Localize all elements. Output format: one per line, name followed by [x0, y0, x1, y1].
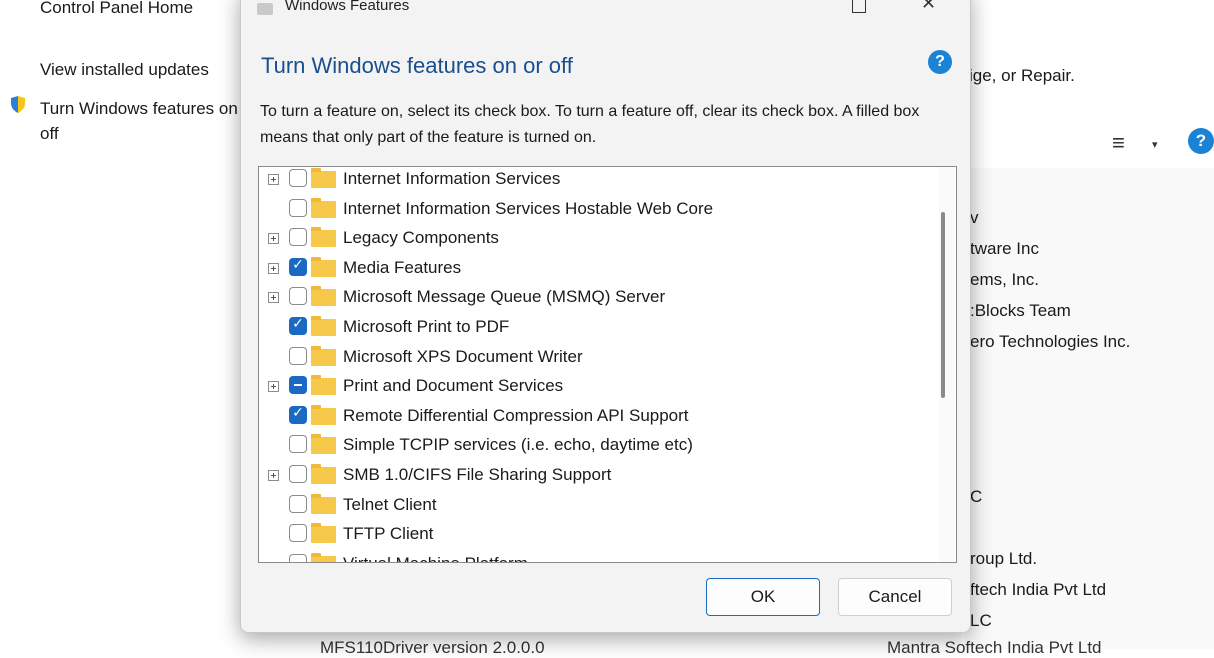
feature-label: Telnet Client — [343, 494, 437, 514]
feature-checkbox[interactable] — [289, 553, 307, 562]
feature-label: Print and Document Services — [343, 376, 564, 396]
dialog-titlebar[interactable]: Windows Features ✕ — [241, 0, 970, 23]
folder-icon — [311, 197, 336, 218]
checkmark-icon: ✓ — [292, 404, 304, 421]
ok-button[interactable]: OK — [706, 578, 820, 616]
expand-icon[interactable] — [268, 470, 279, 481]
folder-icon — [311, 464, 336, 484]
program-list-item[interactable]: MFS110Driver version 2.0.0.0 — [320, 638, 545, 658]
program-publisher: ero Technologies Inc. — [970, 332, 1131, 351]
feature-row[interactable]: Microsoft Message Queue (MSMQ) Server — [259, 284, 929, 314]
folder-icon — [311, 434, 336, 455]
view-options-icon[interactable]: ≡ — [1112, 132, 1125, 154]
dialog-title: Windows Features — [285, 0, 410, 14]
partial-check-icon — [294, 384, 302, 387]
feature-label: Microsoft Message Queue (MSMQ) Server — [343, 287, 666, 307]
feature-row[interactable]: Microsoft XPS Document Writer — [259, 344, 929, 374]
uninstall-header-text: ige, or Repair. — [969, 66, 1075, 85]
feature-row[interactable]: TFTP Client — [259, 521, 929, 551]
feature-row[interactable]: SMB 1.0/CIFS File Sharing Support — [259, 462, 929, 492]
feature-checkbox[interactable] — [289, 435, 307, 454]
program-publisher: ftech India Pvt Ltd — [970, 580, 1107, 599]
feature-label: Simple TCPIP services (i.e. echo, daytim… — [343, 435, 693, 455]
feature-label: TFTP Client — [343, 524, 434, 544]
page-title: Turn Windows features on or off — [261, 53, 573, 78]
feature-checkbox[interactable] — [289, 169, 307, 187]
folder-icon — [311, 345, 336, 366]
program-publisher: v — [970, 208, 979, 227]
feature-checkbox[interactable] — [289, 346, 307, 365]
maximize-button[interactable] — [852, 0, 866, 13]
view-installed-updates-link[interactable]: View installed updates — [40, 60, 209, 80]
scrollbar-thumb[interactable] — [941, 212, 945, 398]
program-publisher: C — [970, 487, 983, 506]
expand-icon[interactable] — [268, 292, 279, 304]
feature-row[interactable]: ✓ Media Features — [259, 255, 929, 285]
program-publisher: tware Inc — [970, 239, 1039, 258]
feature-label: Microsoft XPS Document Writer — [343, 346, 583, 366]
folder-icon — [311, 523, 336, 544]
checkmark-icon: ✓ — [292, 316, 304, 332]
expand-icon[interactable] — [268, 381, 279, 393]
folder-icon — [311, 168, 336, 188]
expand-icon[interactable] — [268, 174, 279, 185]
help-icon[interactable]: ? — [928, 50, 952, 74]
feature-row[interactable]: Simple TCPIP services (i.e. echo, daytim… — [259, 432, 929, 462]
feature-checkbox[interactable] — [289, 287, 307, 306]
feature-row[interactable]: Internet Information Services Hostable W… — [259, 196, 929, 226]
feature-checkbox[interactable]: ✓ — [289, 404, 307, 424]
shield-icon — [11, 96, 25, 113]
program-publisher: roup Ltd. — [970, 549, 1038, 568]
feature-label: Internet Information Services — [343, 169, 561, 188]
feature-label: SMB 1.0/CIFS File Sharing Support — [343, 465, 612, 484]
windows-features-icon — [257, 3, 273, 15]
feature-label: Internet Information Services Hostable W… — [343, 198, 714, 218]
checkmark-icon: ✓ — [292, 256, 304, 273]
feature-checkbox[interactable] — [289, 465, 307, 483]
feature-checkbox[interactable] — [289, 524, 307, 543]
feature-checkbox[interactable] — [289, 494, 307, 513]
feature-label: Remote Differential Compression API Supp… — [343, 405, 689, 425]
expand-icon[interactable] — [268, 262, 279, 274]
control-panel-home-link[interactable]: Control Panel Home — [40, 0, 193, 18]
features-tree[interactable]: Internet Information Services Internet In… — [258, 166, 957, 563]
feature-label: Legacy Components — [343, 228, 499, 248]
program-publisher: ems, Inc. — [970, 270, 1039, 289]
feature-row[interactable]: Print and Document Services — [259, 373, 929, 403]
close-button[interactable]: ✕ — [921, 0, 936, 14]
cancel-button[interactable]: Cancel — [838, 578, 952, 616]
feature-checkbox[interactable] — [289, 198, 307, 217]
help-icon[interactable]: ? — [1188, 128, 1214, 154]
feature-checkbox[interactable]: ✓ — [289, 316, 307, 335]
program-publisher: LC — [970, 611, 992, 630]
turn-windows-features-link-cont[interactable]: off — [40, 124, 59, 144]
instructions-text: To turn a feature on, select its check b… — [260, 103, 920, 146]
folder-icon — [311, 375, 336, 396]
windows-features-dialog: Windows Features ✕ Turn Windows features… — [240, 0, 971, 633]
folder-icon — [311, 227, 336, 248]
folder-icon — [311, 404, 336, 425]
folder-icon — [311, 552, 336, 562]
feature-row[interactable]: ✓ Microsoft Print to PDF — [259, 314, 929, 344]
folder-icon — [311, 493, 336, 514]
folder-icon — [311, 316, 336, 336]
turn-windows-features-link[interactable]: Turn Windows features on or — [40, 99, 258, 119]
feature-row[interactable]: Virtual Machine Platform — [259, 551, 929, 562]
feature-checkbox[interactable]: ✓ — [289, 256, 307, 276]
feature-checkbox[interactable] — [289, 228, 307, 247]
feature-label: Virtual Machine Platform — [343, 554, 528, 562]
feature-label: Media Features — [343, 257, 462, 277]
expand-icon[interactable] — [268, 233, 279, 245]
program-publisher: :Blocks Team — [970, 301, 1071, 320]
feature-label: Microsoft Print to PDF — [343, 317, 510, 336]
feature-row[interactable]: ✓ Remote Differential Compression API Sup… — [259, 403, 929, 433]
folder-icon — [311, 256, 336, 277]
feature-row[interactable]: Internet Information Services — [259, 167, 929, 196]
feature-checkbox[interactable] — [289, 376, 307, 395]
chevron-down-icon[interactable]: ▾ — [1152, 138, 1158, 151]
feature-row[interactable]: Legacy Components — [259, 225, 929, 255]
feature-row[interactable]: Telnet Client — [259, 492, 929, 522]
program-publisher: Mantra Softech India Pvt Ltd — [887, 638, 1102, 657]
folder-icon — [311, 286, 336, 307]
